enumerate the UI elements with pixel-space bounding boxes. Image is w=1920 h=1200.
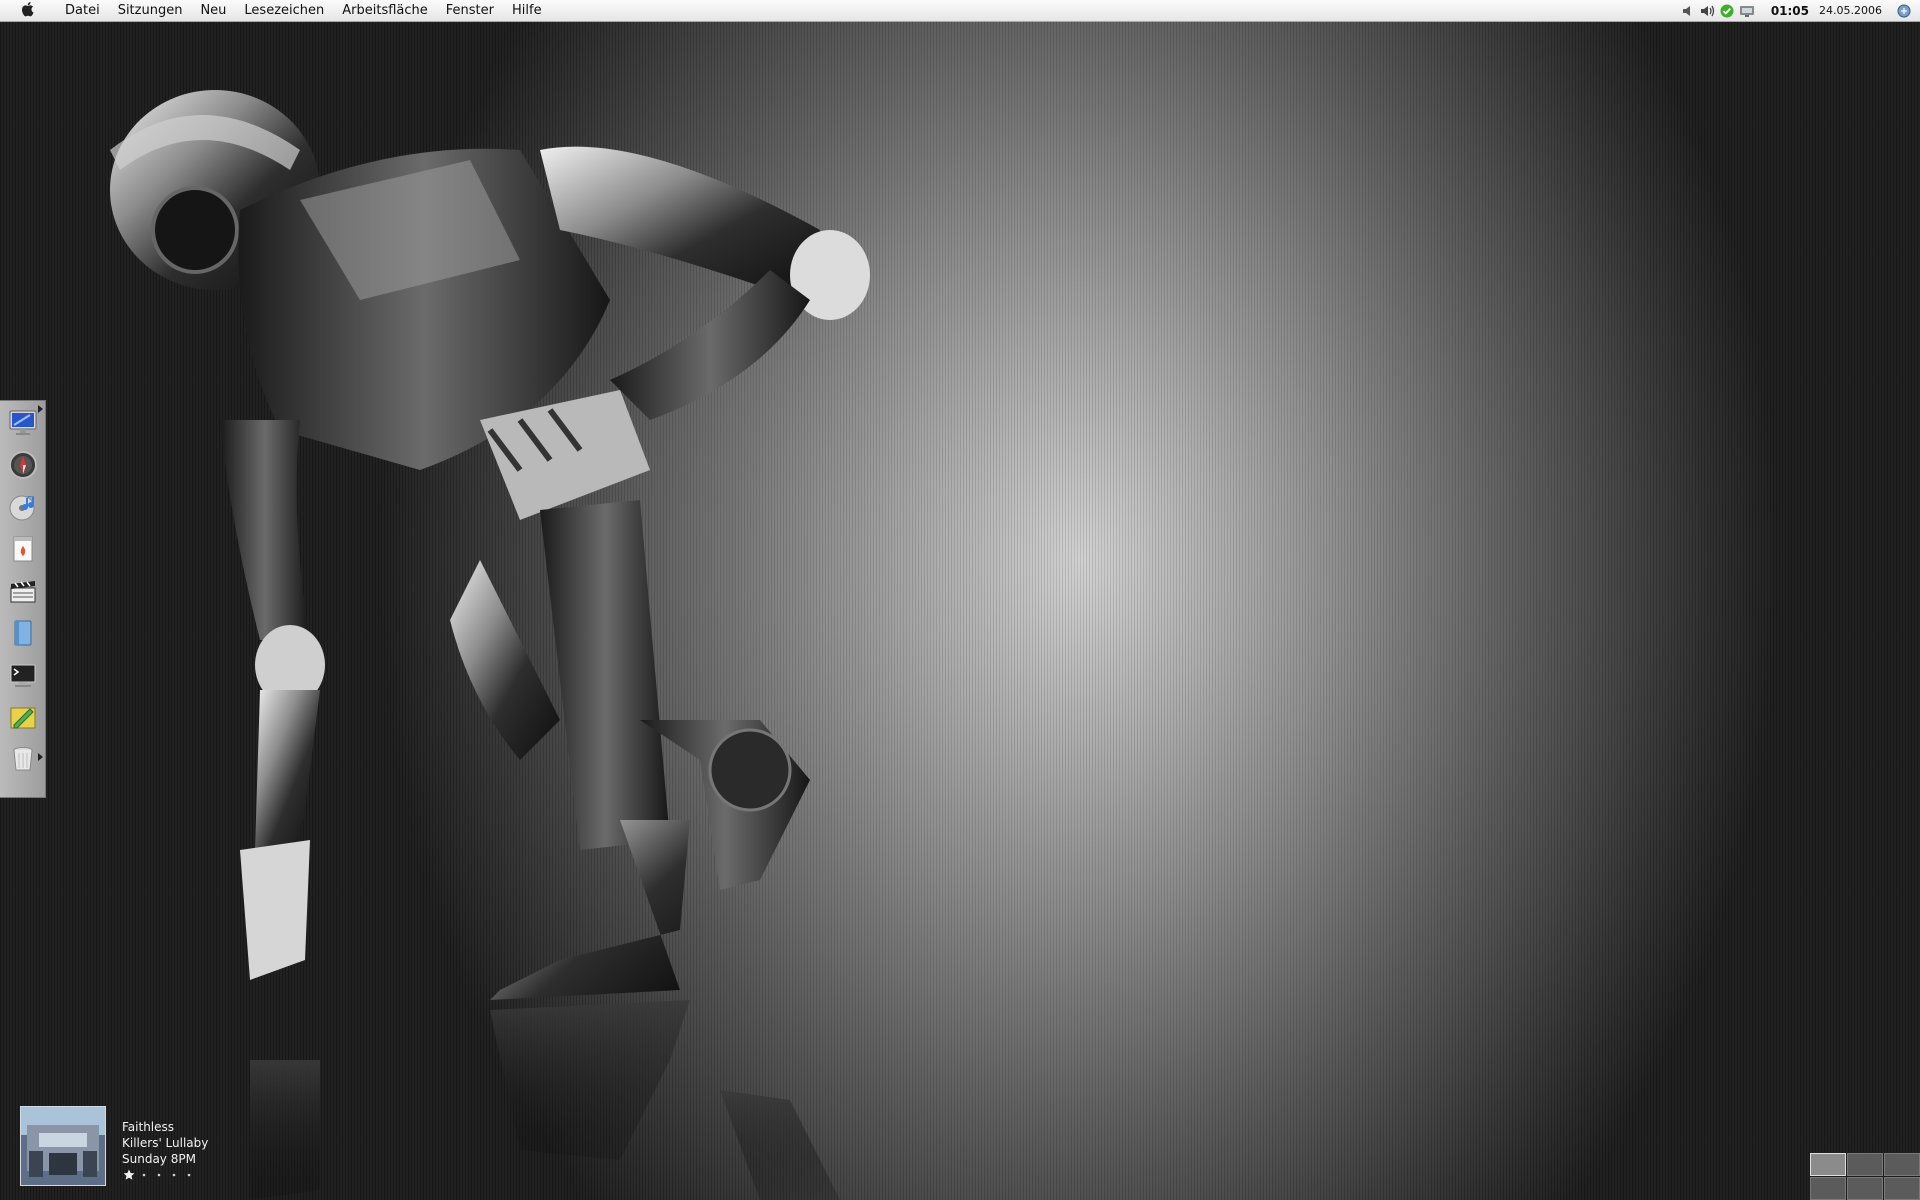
compass-icon <box>8 450 38 484</box>
menu-neu[interactable]: Neu <box>191 0 235 22</box>
menu-hilfe[interactable]: Hilfe <box>503 0 551 22</box>
now-playing-rating[interactable] <box>122 1168 197 1181</box>
terminal-icon <box>8 660 38 694</box>
star-empty-icon[interactable] <box>152 1168 165 1181</box>
workspace-desktop-6[interactable] <box>1884 1177 1920 1200</box>
menu-fenster[interactable]: Fenster <box>437 0 503 22</box>
edit-icon <box>8 702 38 736</box>
clock-time[interactable]: 01:05 <box>1771 4 1809 18</box>
menu-lesezeichen[interactable]: Lesezeichen <box>235 0 333 22</box>
dock-item-terminal[interactable] <box>7 661 39 693</box>
dock-item-monitor[interactable] <box>7 409 39 441</box>
film-clapper-icon <box>8 576 38 610</box>
workspace-desktop-5[interactable] <box>1847 1177 1883 1200</box>
now-playing-show: Sunday 8PM <box>122 1152 196 1166</box>
dock-item-compass[interactable] <box>7 451 39 483</box>
dock-item-film[interactable] <box>7 577 39 609</box>
now-playing-title: Killers' Lullaby <box>122 1136 209 1150</box>
menu-arbeitsflaeche[interactable]: Arbeitsfläche <box>333 0 437 22</box>
apple-icon <box>21 1 35 21</box>
top-menu-bar: Datei Sitzungen Neu Lesezeichen Arbeitsf… <box>0 0 1920 22</box>
check-icon[interactable] <box>1719 3 1735 19</box>
dock-item-music[interactable] <box>7 493 39 525</box>
monitor-icon <box>8 408 38 442</box>
dock-item-editor[interactable] <box>7 703 39 735</box>
star-empty-icon[interactable] <box>167 1168 180 1181</box>
volume-icon[interactable] <box>1679 3 1695 19</box>
star-empty-icon[interactable] <box>182 1168 195 1181</box>
now-playing-widget: Faithless Killers' Lullaby Sunday 8PM <box>20 1106 320 1190</box>
workspace-desktop-2[interactable] <box>1847 1153 1883 1176</box>
clock-date[interactable]: 24.05.2006 <box>1819 4 1882 17</box>
application-dock <box>0 400 46 798</box>
dock-expand-arrow-bottom[interactable] <box>38 753 43 761</box>
robot-wallpaper-image <box>110 90 870 1200</box>
trash-icon <box>8 744 38 778</box>
workspace-desktop-4[interactable] <box>1810 1177 1846 1200</box>
workspace-desktop-3[interactable] <box>1884 1153 1920 1176</box>
system-tray: 01:05 24.05.2006 <box>1677 0 1920 22</box>
workspace-pager <box>1810 1153 1920 1200</box>
switcher-icon[interactable] <box>1896 3 1912 19</box>
star-filled-icon[interactable] <box>122 1168 135 1181</box>
dock-item-trash[interactable] <box>7 745 39 777</box>
desktop-wallpaper <box>0 0 1920 1200</box>
dock-item-document[interactable] <box>7 535 39 567</box>
star-empty-icon[interactable] <box>137 1168 150 1181</box>
menu-sitzungen[interactable]: Sitzungen <box>109 0 192 22</box>
now-playing-artist: Faithless <box>122 1120 175 1134</box>
speaker-icon[interactable] <box>1699 3 1715 19</box>
book-icon <box>8 618 38 652</box>
network-icon[interactable] <box>1739 3 1755 19</box>
album-cover-image[interactable] <box>20 1106 106 1186</box>
dock-item-book[interactable] <box>7 619 39 651</box>
workspace-desktop-1[interactable] <box>1810 1153 1846 1176</box>
music-cd-icon <box>8 492 38 526</box>
document-icon <box>8 534 38 568</box>
apple-menu-button[interactable] <box>0 0 56 22</box>
menu-datei[interactable]: Datei <box>56 0 109 22</box>
